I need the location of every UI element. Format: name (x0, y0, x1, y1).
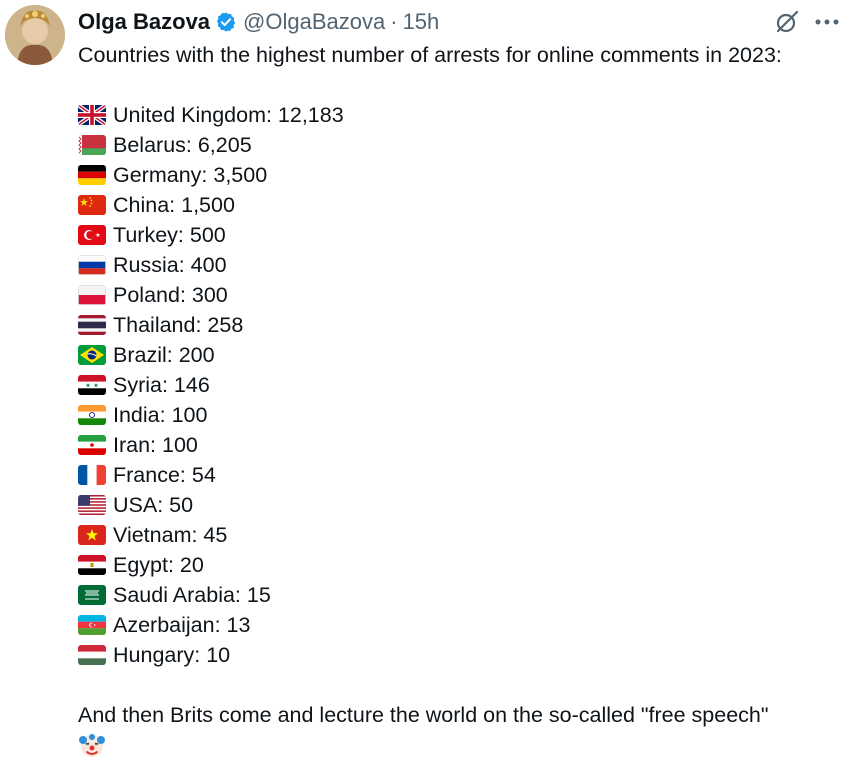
list-item: Belarus: 6,205 (78, 130, 848, 160)
list-item-text: Belarus: 6,205 (113, 133, 252, 157)
list-item: France: 54 (78, 460, 848, 490)
list-item: Hungary: 10 (78, 640, 848, 670)
list-item-text: USA: 50 (113, 493, 194, 517)
post-outro: And then Brits come and lecture the worl… (78, 703, 769, 727)
list-item-text: China: 1,500 (113, 193, 235, 217)
list-item: Iran: 100 (78, 430, 848, 460)
list-item-text: Thailand: 258 (113, 313, 244, 337)
saudi-arabia-flag-icon (78, 585, 106, 605)
list-item-text: Poland: 300 (113, 283, 228, 307)
list-item: Thailand: 258 (78, 310, 848, 340)
list-item: India: 100 (78, 400, 848, 430)
list-item: Syria: 146 (78, 370, 848, 400)
clown-face-icon (78, 731, 106, 759)
germany-flag-icon (78, 165, 106, 185)
hungary-flag-icon (78, 645, 106, 665)
separator-dot: · (390, 9, 398, 34)
list-item-text: Turkey: 500 (113, 223, 226, 247)
poland-flag-icon (78, 285, 106, 305)
post-body: Countries with the highest number of arr… (78, 40, 848, 760)
turkey-flag-icon (78, 225, 106, 245)
outro-emoji-line (78, 730, 848, 760)
list-item: United Kingdom: 12,183 (78, 100, 848, 130)
post-header: Olga Bazova @OlgaBazova · 15h (78, 7, 439, 37)
list-item-text: India: 100 (113, 403, 208, 427)
syria-flag-icon (78, 375, 106, 395)
list-item-text: Russia: 400 (113, 253, 227, 277)
list-item-text: Hungary: 10 (113, 643, 231, 667)
iran-flag-icon (78, 435, 106, 455)
list-item: Brazil: 200 (78, 340, 848, 370)
more-options-icon[interactable] (814, 9, 840, 35)
brazil-flag-icon (78, 345, 106, 365)
egypt-flag-icon (78, 555, 106, 575)
list-item-text: Egypt: 20 (113, 553, 204, 577)
post-actions-top (774, 8, 840, 36)
vietnam-flag-icon (78, 525, 106, 545)
list-item-text: Vietnam: 45 (113, 523, 228, 547)
france-flag-icon (78, 465, 106, 485)
azerbaijan-flag-icon (78, 615, 106, 635)
usa-flag-icon (78, 495, 106, 515)
post-timestamp[interactable]: 15h (403, 7, 440, 37)
india-flag-icon (78, 405, 106, 425)
belarus-flag-icon (78, 135, 106, 155)
list-item: Russia: 400 (78, 250, 848, 280)
list-item: China: 1,500 (78, 190, 848, 220)
list-item: Egypt: 20 (78, 550, 848, 580)
list-item: Azerbaijan: 13 (78, 610, 848, 640)
list-item: Germany: 3,500 (78, 160, 848, 190)
uk-flag-icon (78, 105, 106, 125)
author-name[interactable]: Olga Bazova (78, 7, 210, 37)
verified-badge-icon[interactable] (215, 11, 237, 33)
grok-icon[interactable] (774, 9, 800, 35)
list-item: Saudi Arabia: 15 (78, 580, 848, 610)
list-item: Poland: 300 (78, 280, 848, 310)
china-flag-icon (78, 195, 106, 215)
list-item: USA: 50 (78, 490, 848, 520)
list-item-text: Germany: 3,500 (113, 163, 268, 187)
list-item-text: United Kingdom: 12,183 (113, 103, 344, 127)
thailand-flag-icon (78, 315, 106, 335)
list-item-text: Syria: 146 (113, 373, 210, 397)
author-handle[interactable]: @OlgaBazova (243, 7, 385, 37)
list-item-text: Azerbaijan: 13 (113, 613, 251, 637)
list-item-text: Brazil: 200 (113, 343, 215, 367)
list-item: Turkey: 500 (78, 220, 848, 250)
list-item: Vietnam: 45 (78, 520, 848, 550)
avatar[interactable] (5, 5, 65, 65)
list-item-text: Iran: 100 (113, 433, 198, 457)
post-intro: Countries with the highest number of arr… (78, 43, 782, 67)
list-item-text: Saudi Arabia: 15 (113, 583, 271, 607)
list-item-text: France: 54 (113, 463, 216, 487)
russia-flag-icon (78, 255, 106, 275)
